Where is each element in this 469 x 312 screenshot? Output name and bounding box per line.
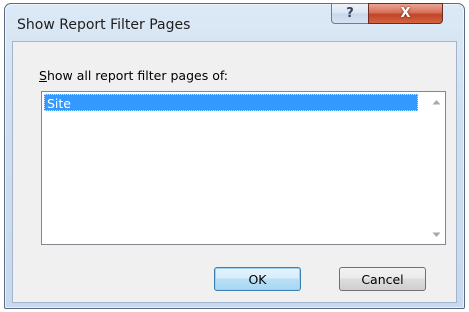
dialog-window: Show Report Filter Pages ? X Show all re…: [4, 3, 465, 309]
scroll-down-button[interactable]: [428, 226, 445, 243]
help-button[interactable]: ?: [331, 3, 369, 24]
chevron-up-icon: [432, 99, 441, 104]
cancel-button[interactable]: Cancel: [339, 267, 426, 291]
filter-fields-listbox[interactable]: Site: [41, 91, 446, 245]
scroll-up-button[interactable]: [428, 93, 445, 110]
list-label: Show all report filter pages of:: [39, 68, 228, 83]
label-accelerator: S: [39, 68, 47, 83]
close-icon: X: [400, 6, 411, 21]
vertical-scrollbar[interactable]: [428, 92, 445, 244]
list-item-site[interactable]: Site: [44, 94, 418, 111]
dialog-title: Show Report Filter Pages: [17, 17, 191, 33]
dialog-body: Show all report filter pages of: Site OK…: [12, 41, 457, 303]
help-icon: ?: [346, 6, 354, 21]
close-button[interactable]: X: [368, 3, 443, 24]
ok-button[interactable]: OK: [214, 267, 301, 291]
title-bar[interactable]: Show Report Filter Pages ? X: [5, 3, 464, 42]
chevron-down-icon: [432, 232, 441, 237]
label-text: how all report filter pages of:: [46, 68, 229, 83]
